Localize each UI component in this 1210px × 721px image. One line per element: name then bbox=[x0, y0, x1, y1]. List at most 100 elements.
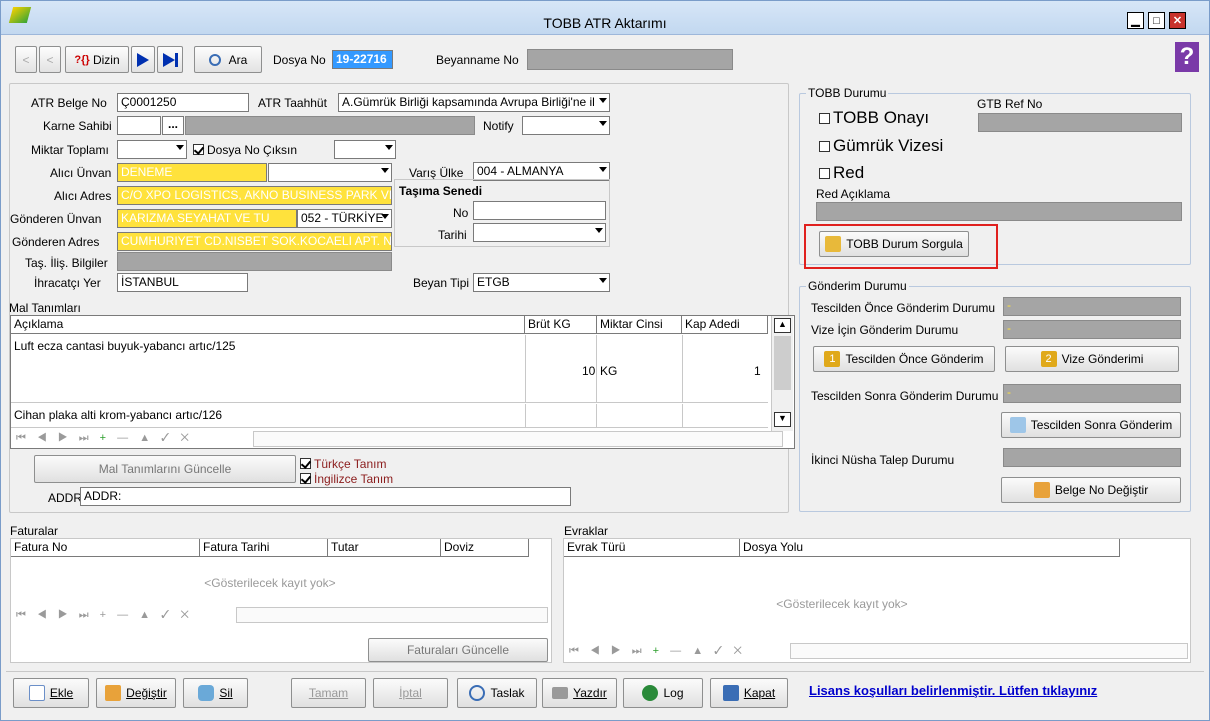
tasima-no-field[interactable] bbox=[473, 201, 606, 220]
ara-label: Ara bbox=[228, 52, 248, 67]
col-doviz[interactable]: Doviz bbox=[441, 539, 529, 557]
tasima-no-label: No bbox=[453, 206, 469, 220]
row-brut: 10 bbox=[582, 364, 596, 378]
help-index-icon: ?{} bbox=[74, 53, 90, 66]
horizontal-scrollbar[interactable] bbox=[790, 643, 1188, 659]
gumruk-vizesi-checkbox[interactable]: Gümrük Vizesi bbox=[819, 136, 943, 156]
karne-sahibi-browse-button[interactable]: ... bbox=[162, 116, 184, 135]
tamam-button[interactable]: Tamam bbox=[291, 678, 366, 708]
miktar-toplami-select[interactable] bbox=[117, 140, 187, 159]
ingilizce-checkbox[interactable]: İngilizce Tanım bbox=[300, 472, 393, 486]
dosya-no-field[interactable]: 19-22716 bbox=[332, 50, 393, 69]
faturalar-grid: Fatura No Fatura Tarihi Tutar Doviz <Gös… bbox=[10, 538, 552, 663]
ekle-button[interactable]: Ekle bbox=[13, 678, 89, 708]
mal-guncelle-button[interactable]: Mal Tanımlarını Güncelle bbox=[34, 455, 296, 483]
checkbox-icon bbox=[819, 168, 830, 179]
minimize-button[interactable]: ▁ bbox=[1127, 12, 1144, 29]
tescil-once-field: - bbox=[1003, 297, 1181, 316]
karne-sahibi-field[interactable] bbox=[117, 116, 161, 135]
red-checkbox[interactable]: Red bbox=[819, 163, 864, 183]
tescil-once-button[interactable]: 1 Tescilden Önce Gönderim bbox=[813, 346, 995, 372]
dizin-button[interactable]: ?{} Dizin bbox=[65, 46, 129, 73]
faturalar-navigator[interactable]: ⏮ ◀ ▶ ⏭ + — ▲ ✓ ✕ bbox=[16, 609, 193, 622]
turkce-checkbox[interactable]: Türkçe Tanım bbox=[300, 457, 386, 471]
row-cins: KG bbox=[600, 364, 618, 378]
dosya-no-ciksin-checkbox[interactable]: Dosya No Çıksın bbox=[193, 143, 297, 157]
vize-gonderimi-button[interactable]: 2 Vize Gönderimi bbox=[1005, 346, 1179, 372]
iptal-button[interactable]: İptal bbox=[373, 678, 448, 708]
varis-ulke-label: Varış Ülke bbox=[409, 166, 464, 180]
horizontal-scrollbar[interactable] bbox=[253, 431, 783, 447]
atr-taahhut-select[interactable]: A.Gümrük Birliği kapsamında Avrupa Birli… bbox=[338, 93, 610, 112]
alici-unvan-select[interactable] bbox=[268, 163, 392, 182]
gonderen-unvan-field[interactable]: KARIZMA SEYAHAT VE TU bbox=[117, 209, 297, 228]
alici-adres-field[interactable]: C/O XPO LOGISTICS, AKNO BUSINESS PARK VL bbox=[117, 186, 392, 205]
belge-no-degistir-label: Belge No Değiştir bbox=[1054, 483, 1149, 497]
tescil-once-label: Tescilden Önce Gönderim Durumu bbox=[811, 301, 996, 315]
horizontal-scrollbar[interactable] bbox=[236, 607, 548, 623]
kapat-button[interactable]: Kapat bbox=[710, 678, 788, 708]
gonderim-durumu-title: Gönderim Durumu bbox=[806, 279, 909, 293]
scroll-thumb[interactable] bbox=[774, 336, 791, 390]
close-button[interactable]: ✕ bbox=[1169, 12, 1186, 29]
ihracatci-yer-label: İhracatçı Yer bbox=[34, 276, 101, 290]
col-brut-kg[interactable]: Brüt KG bbox=[525, 316, 597, 334]
alici-unvan-field[interactable]: DENEME bbox=[117, 163, 267, 182]
tasima-senedi-label: Taşıma Senedi bbox=[399, 184, 483, 198]
ihracatci-yer-field[interactable]: İSTANBUL bbox=[117, 273, 248, 292]
mal-navigator[interactable]: ⏮ ◀ ▶ ⏭ + — ▲ ✓ ✕ bbox=[16, 432, 193, 445]
table-row[interactable]: Luft ecza cantasi buyuk-yabancı artıc/12… bbox=[11, 335, 768, 403]
nav-prev-button[interactable]: < bbox=[39, 46, 61, 73]
col-evrak-turu[interactable]: Evrak Türü bbox=[564, 539, 740, 557]
faturalar-guncelle-button[interactable]: Faturaları Güncelle bbox=[368, 638, 548, 662]
evraklar-navigator[interactable]: ⏮ ◀ ▶ ⏭ + — ▲ ✓ ✕ bbox=[569, 645, 746, 658]
col-aciklama[interactable]: Açıklama bbox=[11, 316, 525, 334]
sil-button[interactable]: Sil bbox=[183, 678, 248, 708]
dropdown-arrow-icon bbox=[599, 98, 607, 103]
tescil-sonra-button[interactable]: Tescilden Sonra Gönderim bbox=[1001, 412, 1181, 438]
degistir-button[interactable]: Değiştir bbox=[96, 678, 176, 708]
col-fatura-tarihi[interactable]: Fatura Tarihi bbox=[200, 539, 328, 557]
nav-last-button[interactable] bbox=[157, 46, 183, 73]
gonderen-ulke-select[interactable]: 052 - TÜRKİYE bbox=[297, 209, 392, 228]
gonderen-adres-field[interactable]: CUMHURIYET CD.NISBET SOK.KOCAELI APT. N bbox=[117, 232, 392, 251]
maximize-button[interactable]: □ bbox=[1148, 12, 1165, 29]
col-fatura-no[interactable]: Fatura No bbox=[11, 539, 200, 557]
degistir-label: Değiştir bbox=[126, 686, 167, 700]
addr-field[interactable]: ADDR: bbox=[80, 487, 571, 506]
col-tutar[interactable]: Tutar bbox=[328, 539, 441, 557]
belge-no-degistir-button[interactable]: Belge No Değiştir bbox=[1001, 477, 1181, 503]
number-one-icon: 1 bbox=[824, 351, 841, 367]
notify-select[interactable] bbox=[522, 116, 610, 135]
mal-scrollbar[interactable]: ▲ ▼ bbox=[771, 316, 793, 431]
help-icon[interactable]: ? bbox=[1175, 42, 1199, 72]
scroll-down-icon[interactable]: ▼ bbox=[774, 412, 791, 427]
nav-next-button[interactable] bbox=[131, 46, 155, 73]
beyanname-no-field bbox=[527, 49, 733, 70]
beyanname-no-label: Beyanname No bbox=[436, 53, 519, 67]
mal-grid: Açıklama Brüt KG Miktar Cinsi Kap Adedi … bbox=[10, 315, 795, 449]
col-kap-adedi[interactable]: Kap Adedi bbox=[682, 316, 768, 334]
red-label: Red bbox=[833, 163, 865, 182]
taslak-button[interactable]: Taslak bbox=[457, 678, 537, 708]
yazdir-button[interactable]: Yazdır bbox=[542, 678, 617, 708]
scroll-up-icon[interactable]: ▲ bbox=[774, 318, 791, 333]
highlight-box bbox=[804, 224, 998, 269]
lisans-link[interactable]: Lisans koşulları belirlenmiştir. Lütfen … bbox=[809, 683, 1097, 698]
tasima-tarihi-select[interactable] bbox=[473, 223, 606, 242]
dizin-label: Dizin bbox=[92, 52, 120, 67]
tescil-once-btn-label: Tescilden Önce Gönderim bbox=[845, 352, 984, 366]
tobb-onayi-checkbox[interactable]: TOBB Onayı bbox=[819, 108, 929, 128]
dosya-no-ciksin-select[interactable] bbox=[334, 140, 396, 159]
col-miktar-cinsi[interactable]: Miktar Cinsi bbox=[597, 316, 682, 334]
checkbox-icon bbox=[819, 113, 830, 124]
log-button[interactable]: Log bbox=[623, 678, 703, 708]
window-title: TOBB ATR Aktarımı bbox=[543, 15, 667, 31]
table-row[interactable]: Cihan plaka alti krom-yabancı artıc/126 bbox=[11, 404, 768, 428]
atr-belge-no-field[interactable]: Ç0001250 bbox=[117, 93, 249, 112]
nav-first-button[interactable]: < bbox=[15, 46, 37, 73]
col-dosya-yolu[interactable]: Dosya Yolu bbox=[740, 539, 1120, 557]
beyan-tipi-select[interactable]: ETGB bbox=[473, 273, 610, 292]
ara-button[interactable]: Ara bbox=[194, 46, 262, 73]
edit-document-icon bbox=[1033, 482, 1050, 498]
